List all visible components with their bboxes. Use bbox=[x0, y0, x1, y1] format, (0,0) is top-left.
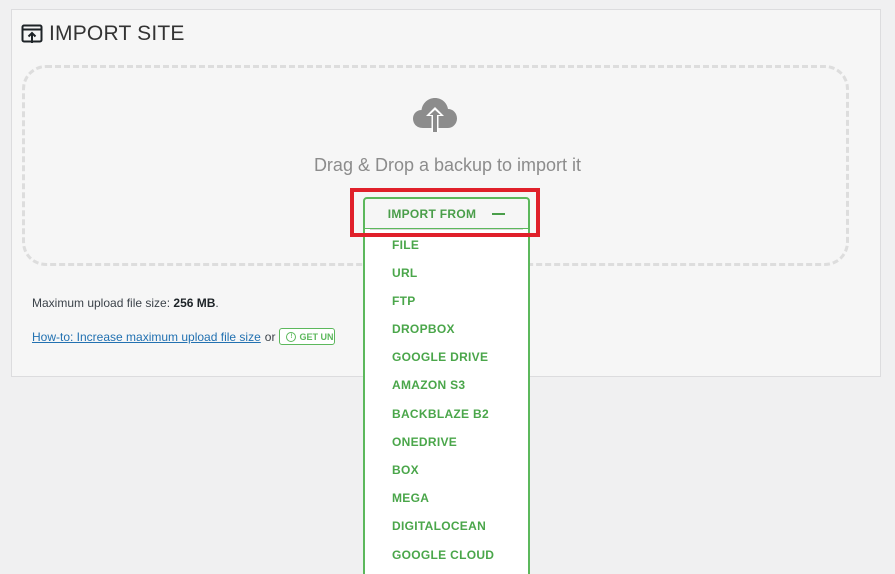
import-from-mega[interactable]: MEGA bbox=[392, 488, 429, 508]
minus-icon bbox=[492, 212, 506, 215]
import-from-menu: FILE URL FTP DROPBOX GOOGLE DRIVE AMAZON… bbox=[363, 229, 530, 574]
import-from-onedrive[interactable]: ONEDRIVE bbox=[392, 432, 457, 452]
import-from-google-cloud[interactable]: GOOGLE CLOUD bbox=[392, 545, 494, 565]
import-from-digitalocean[interactable]: DIGITALOCEAN bbox=[392, 516, 486, 536]
page-title-row: IMPORT SITE bbox=[21, 21, 185, 47]
max-upload-prefix: Maximum upload file size: bbox=[32, 296, 174, 310]
help-row: How-to: Increase maximum upload file siz… bbox=[32, 328, 336, 345]
page-title: IMPORT SITE bbox=[49, 22, 185, 45]
import-from-label: IMPORT FROM bbox=[387, 206, 477, 221]
menu-divider bbox=[370, 229, 523, 230]
get-unlimited-label: GET UNLI bbox=[299, 331, 334, 342]
import-from-file[interactable]: FILE bbox=[392, 235, 419, 255]
or-text: or bbox=[264, 329, 276, 344]
max-upload-value: 256 MB bbox=[173, 296, 216, 310]
import-from-amazon-s3[interactable]: AMAZON S3 bbox=[392, 375, 465, 395]
increase-upload-size-link[interactable]: How-to: Increase maximum upload file siz… bbox=[32, 330, 261, 344]
drag-drop-text: Drag & Drop a backup to import it bbox=[313, 155, 582, 175]
import-from-url[interactable]: URL bbox=[392, 263, 418, 283]
import-from-google-drive[interactable]: GOOGLE DRIVE bbox=[392, 347, 488, 367]
import-site-icon bbox=[21, 23, 43, 45]
import-from-backblaze-b2[interactable]: BACKBLAZE B2 bbox=[392, 404, 489, 424]
info-icon: ! bbox=[286, 331, 297, 342]
max-upload-size: Maximum upload file size: 256 MB. bbox=[32, 296, 219, 310]
import-from-dropbox[interactable]: DROPBOX bbox=[392, 319, 455, 339]
cloud-upload-icon bbox=[411, 94, 459, 134]
get-unlimited-button[interactable]: ! GET UNLI bbox=[279, 328, 336, 345]
max-upload-suffix: . bbox=[215, 296, 219, 310]
import-from-ftp[interactable]: FTP bbox=[392, 291, 416, 311]
import-from-button[interactable]: IMPORT FROM bbox=[363, 197, 530, 229]
import-from-box[interactable]: BOX bbox=[392, 460, 419, 480]
